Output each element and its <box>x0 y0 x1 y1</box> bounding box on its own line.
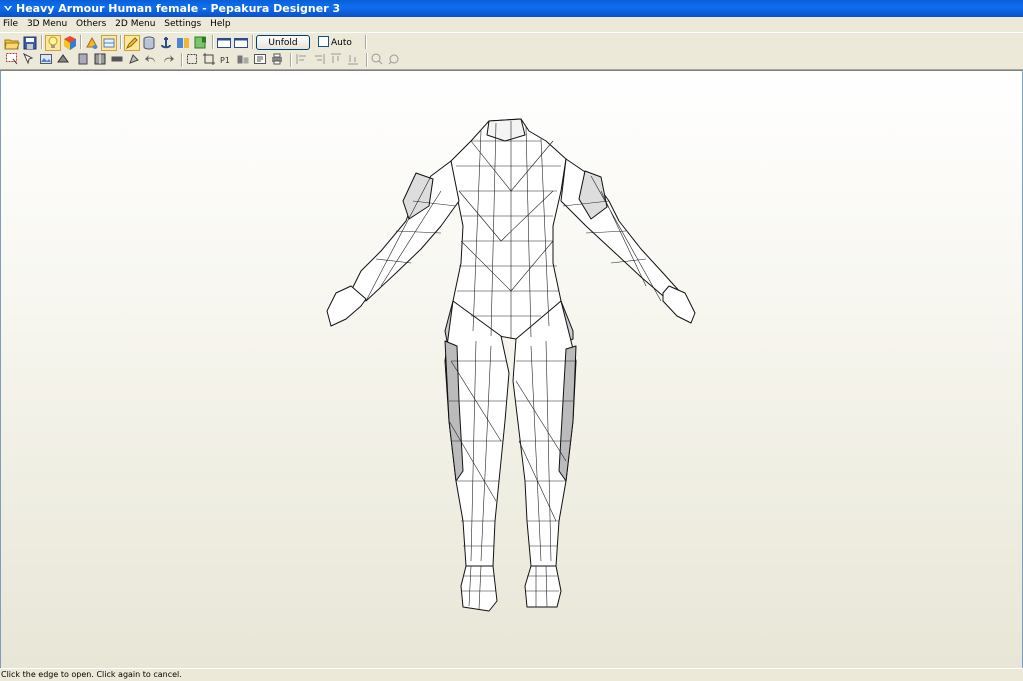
texture-cube-icon[interactable] <box>62 35 78 51</box>
redo-arrow-icon[interactable] <box>161 52 177 68</box>
window-title: Heavy Armour Human female - Pepakura Des… <box>16 2 341 15</box>
join-icon[interactable] <box>93 52 109 68</box>
align-top-icon[interactable] <box>329 52 345 68</box>
align-left-icon[interactable] <box>295 52 311 68</box>
lightbulb-icon[interactable] <box>45 35 61 51</box>
menu-bar: File 3D Menu Others 2D Menu Settings Hel… <box>0 17 1023 31</box>
status-bar: Click the edge to open. Click again to c… <box>0 668 1023 681</box>
paint-icon[interactable] <box>84 35 100 51</box>
window-left-icon[interactable] <box>216 35 232 51</box>
align-center-icon[interactable] <box>312 52 328 68</box>
zoom-fit-icon[interactable] <box>185 52 201 68</box>
rotate-icon[interactable] <box>110 52 126 68</box>
layout-icon[interactable] <box>236 52 252 68</box>
bookmark-icon[interactable] <box>192 35 208 51</box>
secondary-toolbar: P1 <box>0 51 1023 70</box>
menu-settings[interactable]: Settings <box>161 17 204 31</box>
auto-checkbox[interactable] <box>318 36 329 47</box>
zoom-out-icon[interactable] <box>387 52 403 68</box>
save-icon[interactable] <box>22 35 38 51</box>
select-icon[interactable] <box>5 52 21 68</box>
move-part-icon[interactable] <box>76 52 92 68</box>
menu-others[interactable]: Others <box>73 17 109 31</box>
3d-viewport[interactable] <box>0 70 1023 669</box>
flip-icon[interactable] <box>127 52 143 68</box>
parts-icon[interactable] <box>175 35 191 51</box>
main-toolbar: Unfold Auto <box>0 32 1023 52</box>
menu-3d[interactable]: 3D Menu <box>24 17 70 31</box>
texture-paper-icon[interactable] <box>101 35 117 51</box>
edge-select-icon[interactable] <box>22 52 38 68</box>
image-icon[interactable] <box>39 52 55 68</box>
anchor-icon[interactable] <box>158 35 174 51</box>
window-right-icon[interactable] <box>233 35 249 51</box>
auto-label: Auto <box>331 38 352 48</box>
unfold-button[interactable]: Unfold <box>256 35 310 50</box>
title-bar: Heavy Armour Human female - Pepakura Des… <box>0 0 1023 17</box>
wireframe-model-icon[interactable] <box>1 71 1022 668</box>
page-number-icon[interactable]: P1 <box>219 52 235 68</box>
cylinder-icon[interactable] <box>141 35 157 51</box>
text-icon[interactable] <box>253 52 269 68</box>
zoom-in-icon[interactable] <box>370 52 386 68</box>
menu-file[interactable]: File <box>0 17 21 31</box>
align-bottom-icon[interactable] <box>346 52 362 68</box>
pencil-icon[interactable] <box>124 35 140 51</box>
print-icon[interactable] <box>270 52 286 68</box>
open-folder-icon[interactable] <box>4 35 20 51</box>
app-icon[interactable] <box>3 3 13 13</box>
fold-icon[interactable] <box>56 52 72 68</box>
crop-icon[interactable] <box>202 52 218 68</box>
svg-text:P1: P1 <box>220 56 230 65</box>
menu-help[interactable]: Help <box>207 17 234 31</box>
menu-2d[interactable]: 2D Menu <box>112 17 158 31</box>
undo-arrow-icon[interactable] <box>144 52 160 68</box>
auto-option[interactable]: Auto <box>318 36 352 49</box>
status-text: Click the edge to open. Click again to c… <box>1 670 182 679</box>
